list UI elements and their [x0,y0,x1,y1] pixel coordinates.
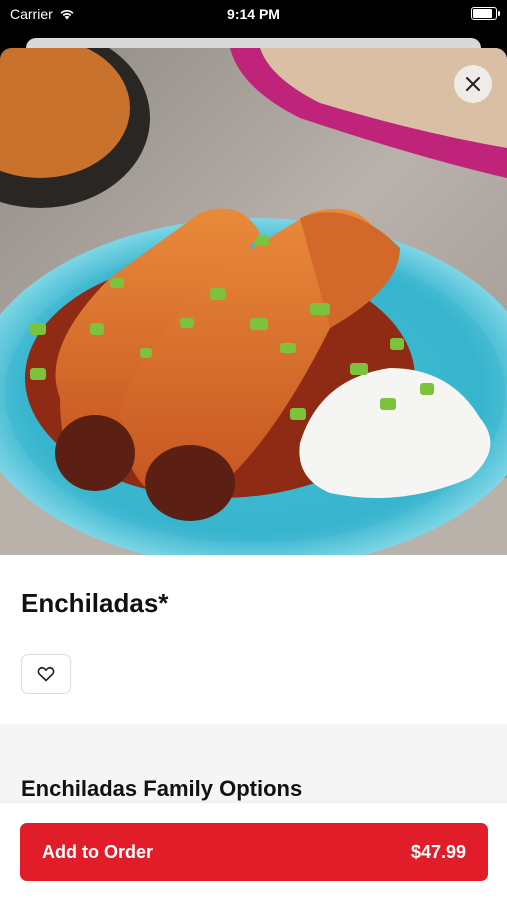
item-detail-sheet: Enchiladas* Enchiladas Family Options Ad… [0,48,507,900]
close-button[interactable] [454,65,492,103]
battery-fill [473,9,492,18]
options-section-title: Enchiladas Family Options [21,776,303,801]
add-to-order-label: Add to Order [42,842,153,862]
order-price: $47.99 [410,842,466,862]
favorite-button[interactable] [21,654,71,694]
enchiladas-photo [0,48,507,555]
battery-icon [471,7,500,20]
status-time: 9:14 PM [227,6,280,22]
close-icon [466,77,480,91]
order-footer: Add to Order $47.99 [0,802,507,900]
heart-icon [37,666,55,682]
status-bar: Carrier 9:14 PM [0,0,507,30]
item-title: Enchiladas* [21,588,169,618]
add-to-order-button[interactable]: Add to Order $47.99 [20,823,488,881]
